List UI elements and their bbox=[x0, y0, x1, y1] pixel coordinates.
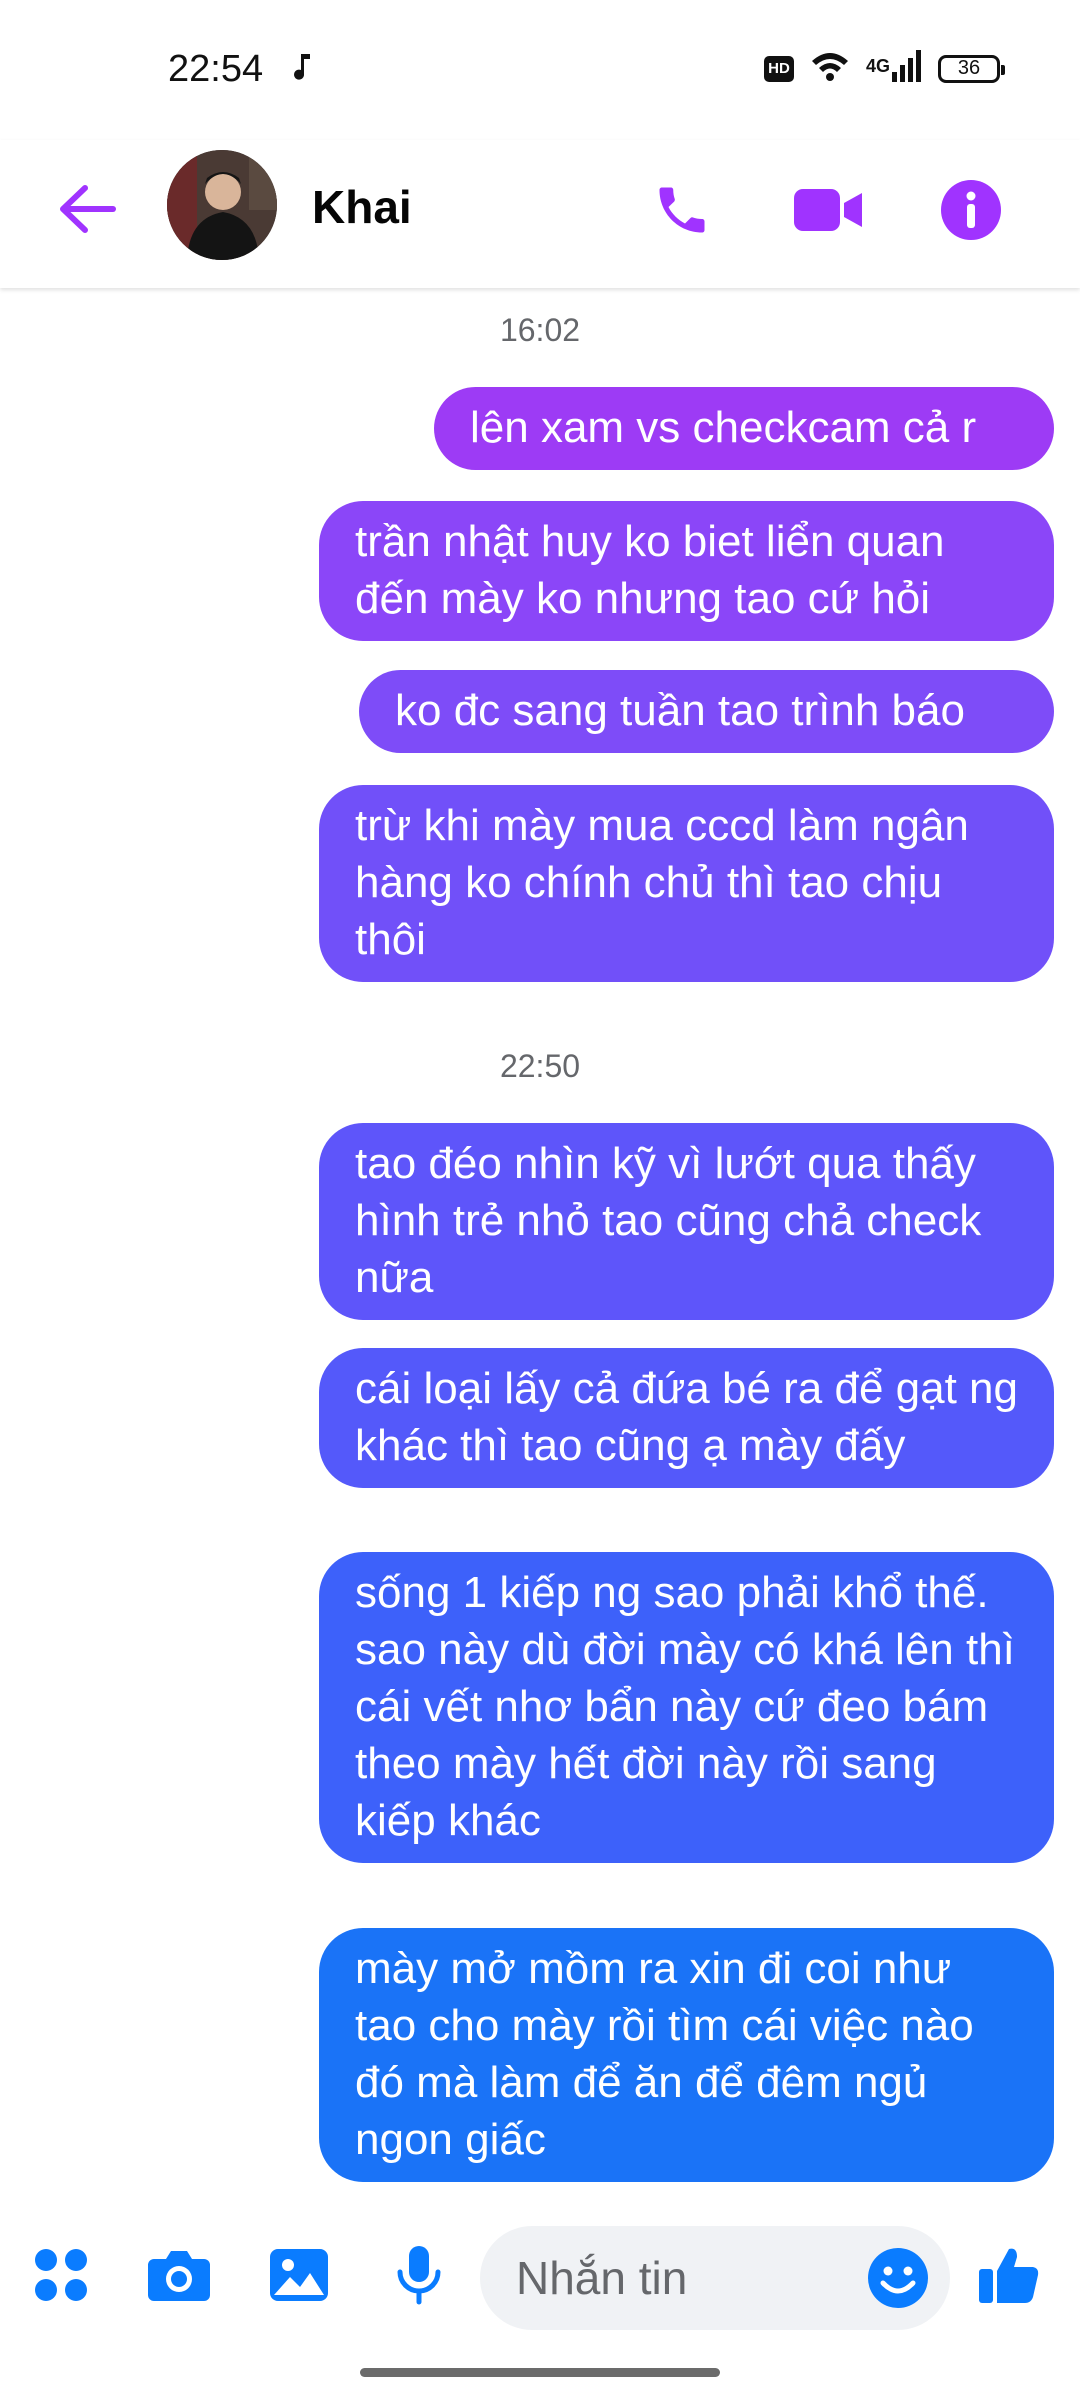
gallery-button[interactable] bbox=[262, 2238, 336, 2312]
contact-name[interactable]: Khai bbox=[312, 180, 412, 234]
voice-call-button[interactable] bbox=[644, 172, 720, 248]
music-note-icon bbox=[292, 52, 314, 90]
message-bubble[interactable]: sống 1 kiếp ng sao phải khổ thế. sao này… bbox=[319, 1552, 1054, 1863]
hd-badge: HD bbox=[763, 55, 794, 82]
timestamp: 16:02 bbox=[499, 312, 581, 348]
signal-icon bbox=[892, 50, 922, 87]
contact-avatar[interactable] bbox=[167, 150, 277, 260]
battery-icon: 36 bbox=[938, 54, 1005, 83]
message-bubble[interactable]: mày mở mồm ra xin đi coi như tao cho mày… bbox=[319, 1928, 1054, 2182]
chat-header: Khai bbox=[0, 140, 1080, 288]
thumbs-up-icon bbox=[979, 2248, 1039, 2303]
video-call-button[interactable] bbox=[790, 172, 866, 248]
message-list[interactable]: 16:02 lên xam vs checkcam cả r trần nhật… bbox=[0, 290, 1080, 2200]
timestamp: 22:50 bbox=[499, 1048, 581, 1084]
gallery-icon bbox=[270, 2249, 328, 2301]
camera-button[interactable] bbox=[142, 2238, 216, 2312]
emoji-icon bbox=[868, 2248, 928, 2308]
composer-bar: Nhắn tin bbox=[0, 2200, 1080, 2350]
message-bubble[interactable]: trừ khi mày mua cccd làm ngân hàng ko ch… bbox=[319, 785, 1054, 982]
voice-record-button[interactable] bbox=[382, 2238, 456, 2312]
phone-icon bbox=[659, 187, 705, 233]
video-camera-icon bbox=[794, 189, 862, 231]
message-bubble[interactable]: ko đc sang tuần tao trình báo bbox=[359, 670, 1054, 753]
like-button[interactable] bbox=[972, 2238, 1046, 2312]
battery-level: 36 bbox=[957, 57, 981, 79]
microphone-icon bbox=[397, 2246, 441, 2305]
message-bubble[interactable]: lên xam vs checkcam cả r bbox=[434, 387, 1054, 470]
message-bubble[interactable]: cái loại lấy cả đứa bé ra để gạt ng khác… bbox=[319, 1348, 1054, 1488]
status-bar: 22:54 HD 4G 36 bbox=[0, 0, 1080, 140]
emoji-button[interactable] bbox=[860, 2240, 936, 2316]
info-icon bbox=[941, 180, 1001, 240]
back-arrow-icon bbox=[60, 185, 116, 233]
status-indicators: HD 4G 36 bbox=[763, 50, 1005, 87]
status-time: 22:54 bbox=[168, 48, 264, 90]
apps-icon bbox=[35, 2249, 87, 2301]
info-button[interactable] bbox=[933, 172, 1009, 248]
message-bubble[interactable]: tao đéo nhìn kỹ vì lướt qua thấy hình tr… bbox=[319, 1123, 1054, 1320]
wifi-icon bbox=[810, 51, 850, 86]
camera-icon bbox=[148, 2251, 210, 2301]
back-button[interactable] bbox=[52, 174, 122, 244]
apps-button[interactable] bbox=[24, 2238, 98, 2312]
network-type: 4G bbox=[865, 56, 890, 76]
home-indicator[interactable] bbox=[360, 2368, 720, 2377]
message-bubble[interactable]: trần nhật huy ko biet liển quan đến mày … bbox=[319, 501, 1054, 641]
